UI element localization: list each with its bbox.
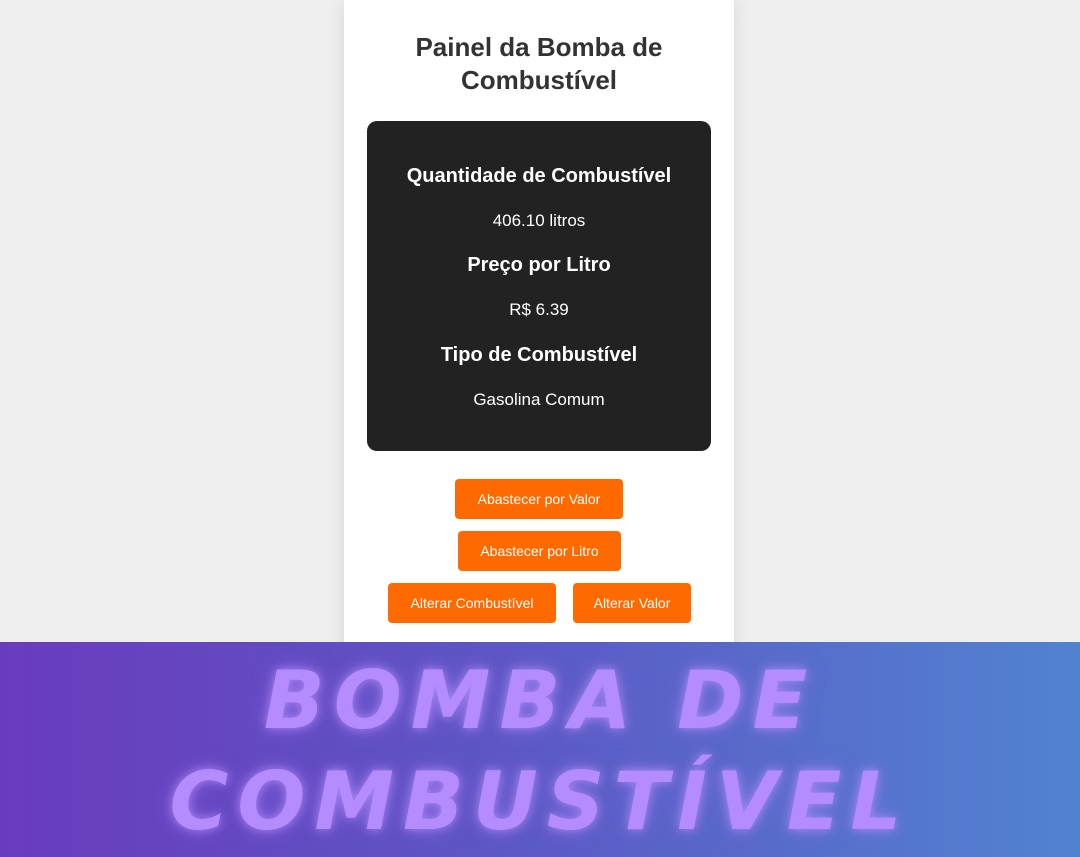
change-price-button[interactable]: Alterar Valor	[573, 583, 691, 623]
price-value: R$ 6.39	[509, 300, 569, 319]
fill-by-liter-button[interactable]: Abastecer por Litro	[458, 531, 621, 571]
fill-by-value-button[interactable]: Abastecer por Valor	[455, 479, 623, 519]
fuel-pump-panel: Painel da Bomba de Combustível Quantidad…	[344, 0, 734, 660]
title-banner: BOMBA DE COMBUSTÍVEL	[0, 642, 1080, 857]
fuel-type-label: Tipo de Combustível	[440, 344, 638, 366]
change-fuel-button[interactable]: Alterar Combustível	[388, 583, 556, 623]
page-title: Painel da Bomba de Combustível	[415, 32, 663, 95]
price-label: Preço por Litro	[467, 254, 611, 276]
quantity-value: 406.10 litros	[492, 211, 586, 230]
pump-display: Quantidade de Combustível 406.10 litros …	[367, 121, 711, 451]
quantity-label: Quantidade de Combustível	[406, 165, 672, 187]
fuel-type-value: Gasolina Comum	[473, 390, 605, 409]
banner-title-line-2: COMBUSTÍVEL	[169, 755, 911, 848]
banner-title-line-1: BOMBA DE	[263, 654, 817, 747]
